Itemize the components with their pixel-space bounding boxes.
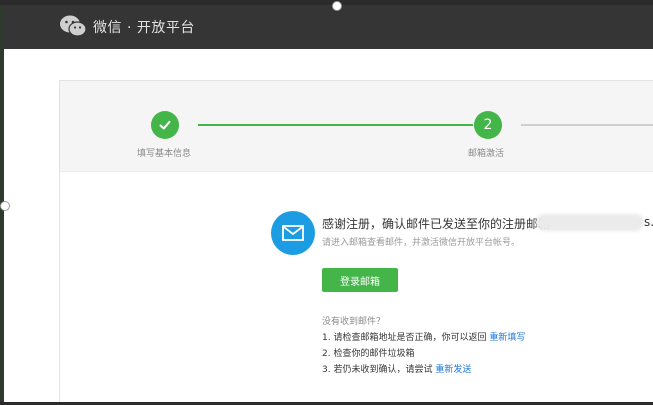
registration-panel: 填写基本信息 2 邮箱激活 感谢注册，确认邮件已发送至你的注册邮箱 s. 请进入… [59, 80, 653, 402]
step-1-label: 填写基本信息 [137, 149, 192, 159]
resend-link[interactable]: 重新发送 [435, 365, 471, 375]
email-tail: s. [644, 215, 653, 229]
confirmation-subline: 请进入邮箱查看邮件，并激活微信开放平台帐号。 [322, 238, 521, 248]
step-connector-pending [521, 124, 653, 126]
platform-title[interactable]: 微信 · 开放平台 [93, 17, 195, 37]
help-question: 没有收到邮件？ [322, 317, 386, 327]
wechat-logo-icon[interactable] [59, 14, 87, 38]
redacted-email [536, 214, 644, 231]
browser-viewport: 微信 · 开放平台 填写基本信息 2 邮箱激活 感谢注册，确认邮件已发送至你的注… [4, 5, 653, 402]
help-line-2: 2. 检查你的邮件垃圾箱 [322, 349, 415, 359]
step-2-label: 邮箱激活 [468, 149, 505, 159]
step-1-check-icon [151, 111, 179, 139]
login-email-button[interactable]: 登录邮箱 [322, 268, 398, 292]
refill-link[interactable]: 重新填写 [489, 333, 525, 343]
help-line-3-text: 3. 若仍未收到确认，请尝试 [322, 365, 433, 375]
help-line-1: 1. 请检查邮箱地址是否正确，你可以返回 重新填写 [322, 330, 525, 346]
confirmation-headline: 感谢注册，确认邮件已发送至你的注册邮箱 [322, 217, 551, 231]
mail-icon [271, 211, 315, 255]
help-line-1-text: 1. 请检查邮箱地址是否正确，你可以返回 [322, 333, 487, 343]
resize-handle-top[interactable] [332, 1, 342, 11]
step-2-badge: 2 [474, 111, 502, 139]
progress-steps: 填写基本信息 2 邮箱激活 [60, 81, 653, 172]
help-section: 没有收到邮件？ 1. 请检查邮箱地址是否正确，你可以返回 重新填写 2. 检查你… [322, 314, 525, 378]
help-line-3: 3. 若仍未收到确认，请尝试 重新发送 [322, 362, 525, 378]
resize-handle-left[interactable] [0, 201, 10, 211]
step-connector-done [198, 124, 473, 126]
top-navigation-bar: 微信 · 开放平台 [4, 5, 653, 49]
